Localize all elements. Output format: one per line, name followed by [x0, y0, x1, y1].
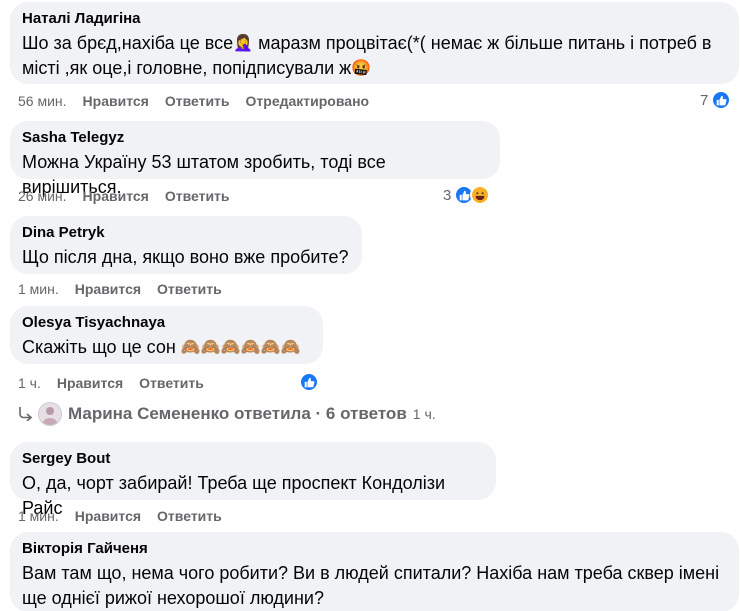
comment-author[interactable]: Sergey Bout	[22, 450, 484, 468]
reply-button[interactable]: Ответить	[157, 508, 222, 524]
haha-reaction-icon	[470, 185, 491, 205]
comment-time[interactable]: 56 мин.	[18, 93, 67, 109]
reply-button[interactable]: Ответить	[165, 188, 230, 204]
facepalm-emoji-icon: 🤦‍♀️	[233, 35, 254, 53]
comment-author[interactable]: Olesya Tisyachnaya	[22, 314, 311, 332]
comment-bubble: Dina Petryk Що після дна, якщо воно вже …	[10, 216, 362, 274]
comment-time[interactable]: 26 мин.	[18, 188, 67, 204]
comment-author[interactable]: Вікторія Гайченя	[22, 540, 727, 558]
comment-text: Скажіть що це сон 🙈🙈🙈🙈🙈🙈	[22, 335, 311, 360]
edited-label[interactable]: Отредактировано	[246, 93, 370, 109]
comment-text: Вам там що, нема чого робити? Ви в людей…	[22, 561, 727, 611]
comment-bubble: Sasha Telegyz Можна Україну 53 штатом зр…	[10, 121, 500, 197]
reaction-summary[interactable]: 7	[700, 90, 732, 110]
comment-author[interactable]: Наталі Ладигіна	[22, 10, 727, 28]
comment-bubble: Вікторія Гайченя Вам там що, нема чого р…	[10, 532, 739, 611]
comment-text-line: Вам там що, нема чого робити? Ви в людей…	[22, 563, 720, 583]
reply-arrow-icon	[19, 407, 32, 421]
like-button[interactable]: Нравится	[83, 93, 149, 109]
comment-text-part: місті ,як оце,і головне, попідписували ж	[22, 58, 352, 78]
comment-time[interactable]: 1 ч.	[18, 375, 41, 391]
reaction-count: 3	[443, 186, 452, 204]
view-replies-link[interactable]: Марина Семененко ответила · 6 ответов 1 …	[18, 402, 436, 426]
comment-time[interactable]: 1 мин.	[18, 508, 59, 524]
comment-bubble: Наталі Ладигіна Шо за брєд,нахіба це все…	[10, 2, 739, 84]
reaction-count: 7	[700, 91, 709, 109]
replies-label[interactable]: Марина Семененко ответила · 6 ответов	[68, 404, 407, 424]
comment-author[interactable]: Dina Petryk	[22, 224, 350, 242]
see-no-evil-monkey-emoji-icon: 🙈🙈🙈🙈🙈🙈	[180, 339, 301, 357]
like-button[interactable]: Нравится	[75, 508, 141, 524]
reaction-summary[interactable]	[299, 372, 319, 392]
comment-text-part: маразм процвітає(*( немає ж більше питан…	[253, 33, 712, 53]
like-reaction-icon	[299, 372, 319, 392]
reply-button[interactable]: Ответить	[139, 375, 204, 391]
comment-meta: 1 мин. Нравится Ответить	[18, 508, 238, 524]
angry-emoji-icon: 🤬	[351, 60, 372, 78]
comment-bubble: Olesya Tisyachnaya Скажіть що це сон 🙈🙈🙈…	[10, 306, 323, 364]
reply-button[interactable]: Ответить	[165, 93, 230, 109]
like-button[interactable]: Нравится	[75, 281, 141, 297]
comment-meta: 1 мин. Нравится Ответить	[18, 281, 238, 297]
like-reaction-icon	[711, 90, 732, 110]
comment-meta: 1 ч. Нравится Ответить	[18, 375, 220, 391]
like-button[interactable]: Нравится	[57, 375, 123, 391]
comment-text: Що після дна, якщо воно вже пробите?	[22, 247, 349, 267]
like-button[interactable]: Нравится	[83, 188, 149, 204]
comment-time[interactable]: 1 мин.	[18, 281, 59, 297]
comment-meta: 56 мин. Нравится Ответить Отредактирован…	[18, 93, 385, 109]
comment-meta: 26 мин. Нравится Ответить	[18, 188, 246, 204]
comment-text-line: ще однієї рижої нехорошої людини?	[22, 588, 324, 608]
comment-bubble: Sergey Bout О, да, чорт забирай! Треба щ…	[10, 442, 496, 518]
replies-time: 1 ч.	[412, 406, 436, 422]
reaction-summary[interactable]: 3	[443, 185, 491, 205]
comment-text-part: Скажіть що це сон	[22, 337, 176, 357]
comment-author[interactable]: Sasha Telegyz	[22, 129, 488, 147]
comment-text-part: Шо за брєд,нахіба це все	[22, 33, 234, 53]
comment-text: Шо за брєд,нахіба це все🤦‍♀️ маразм проц…	[22, 31, 727, 81]
avatar[interactable]	[38, 402, 62, 426]
reply-button[interactable]: Ответить	[157, 281, 222, 297]
